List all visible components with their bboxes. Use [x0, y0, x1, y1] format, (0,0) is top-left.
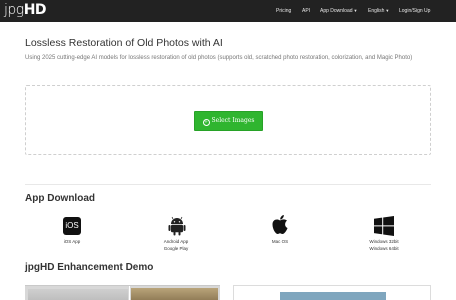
nav-app-download[interactable]: App Download▼ — [320, 0, 358, 22]
caret-down-icon: ▼ — [353, 8, 358, 13]
nav-app-download-label: App Download — [320, 8, 353, 14]
logo-text-hd: HD — [23, 2, 47, 18]
demo-image-right — [233, 285, 431, 300]
google-play-label: Google Play — [163, 245, 189, 251]
logo-text-jpg: jpg — [4, 2, 24, 18]
plus-circle-icon: + — [202, 119, 210, 126]
demo-heading: jpgHD Enhancement Demo — [25, 262, 154, 273]
page-title: Lossless Restoration of Old Photos with … — [25, 37, 223, 49]
page-description: Using 2025 cutting-edge AI models for lo… — [25, 55, 413, 61]
demo-after-photo — [131, 288, 218, 300]
android-app-link[interactable]: Android App Google Play — [146, 239, 206, 252]
demo-before-photo — [28, 289, 128, 300]
app-download-heading: App Download — [25, 193, 95, 204]
nav-api[interactable]: API — [302, 0, 310, 22]
select-images-label: Select Images — [211, 117, 255, 124]
mac-os-label: Mac OS — [271, 239, 289, 244]
site-logo[interactable]: jpgHD — [4, 1, 47, 21]
nav-login[interactable]: Login/Sign Up — [399, 0, 430, 22]
nav-pricing[interactable]: Pricing — [276, 0, 291, 22]
top-navbar: jpgHD Pricing API App Download▼ English▼… — [0, 0, 456, 22]
demo-compare-divider[interactable] — [129, 286, 130, 300]
apple-icon[interactable] — [271, 214, 289, 235]
windows-app-link[interactable]: Windows 32bit Windows 64bit — [354, 239, 414, 252]
windows-64bit-label: Windows 64bit — [369, 245, 399, 251]
windows-icon[interactable] — [374, 216, 394, 236]
demo-photo-sky — [280, 292, 386, 300]
select-images-button[interactable]: + Select Images — [194, 111, 263, 131]
nav-language[interactable]: English▼ — [368, 0, 389, 22]
ios-icon[interactable]: iOS — [63, 217, 81, 235]
nav-language-label: English — [368, 8, 385, 14]
ios-app-link[interactable]: iOS App — [42, 239, 102, 246]
caret-down-icon: ▼ — [385, 8, 390, 13]
android-icon[interactable] — [168, 216, 186, 236]
mac-app-link[interactable]: Mac OS — [250, 239, 310, 246]
section-divider — [25, 184, 431, 185]
ios-app-label: iOS App — [63, 239, 81, 244]
demo-image-left — [25, 285, 220, 300]
